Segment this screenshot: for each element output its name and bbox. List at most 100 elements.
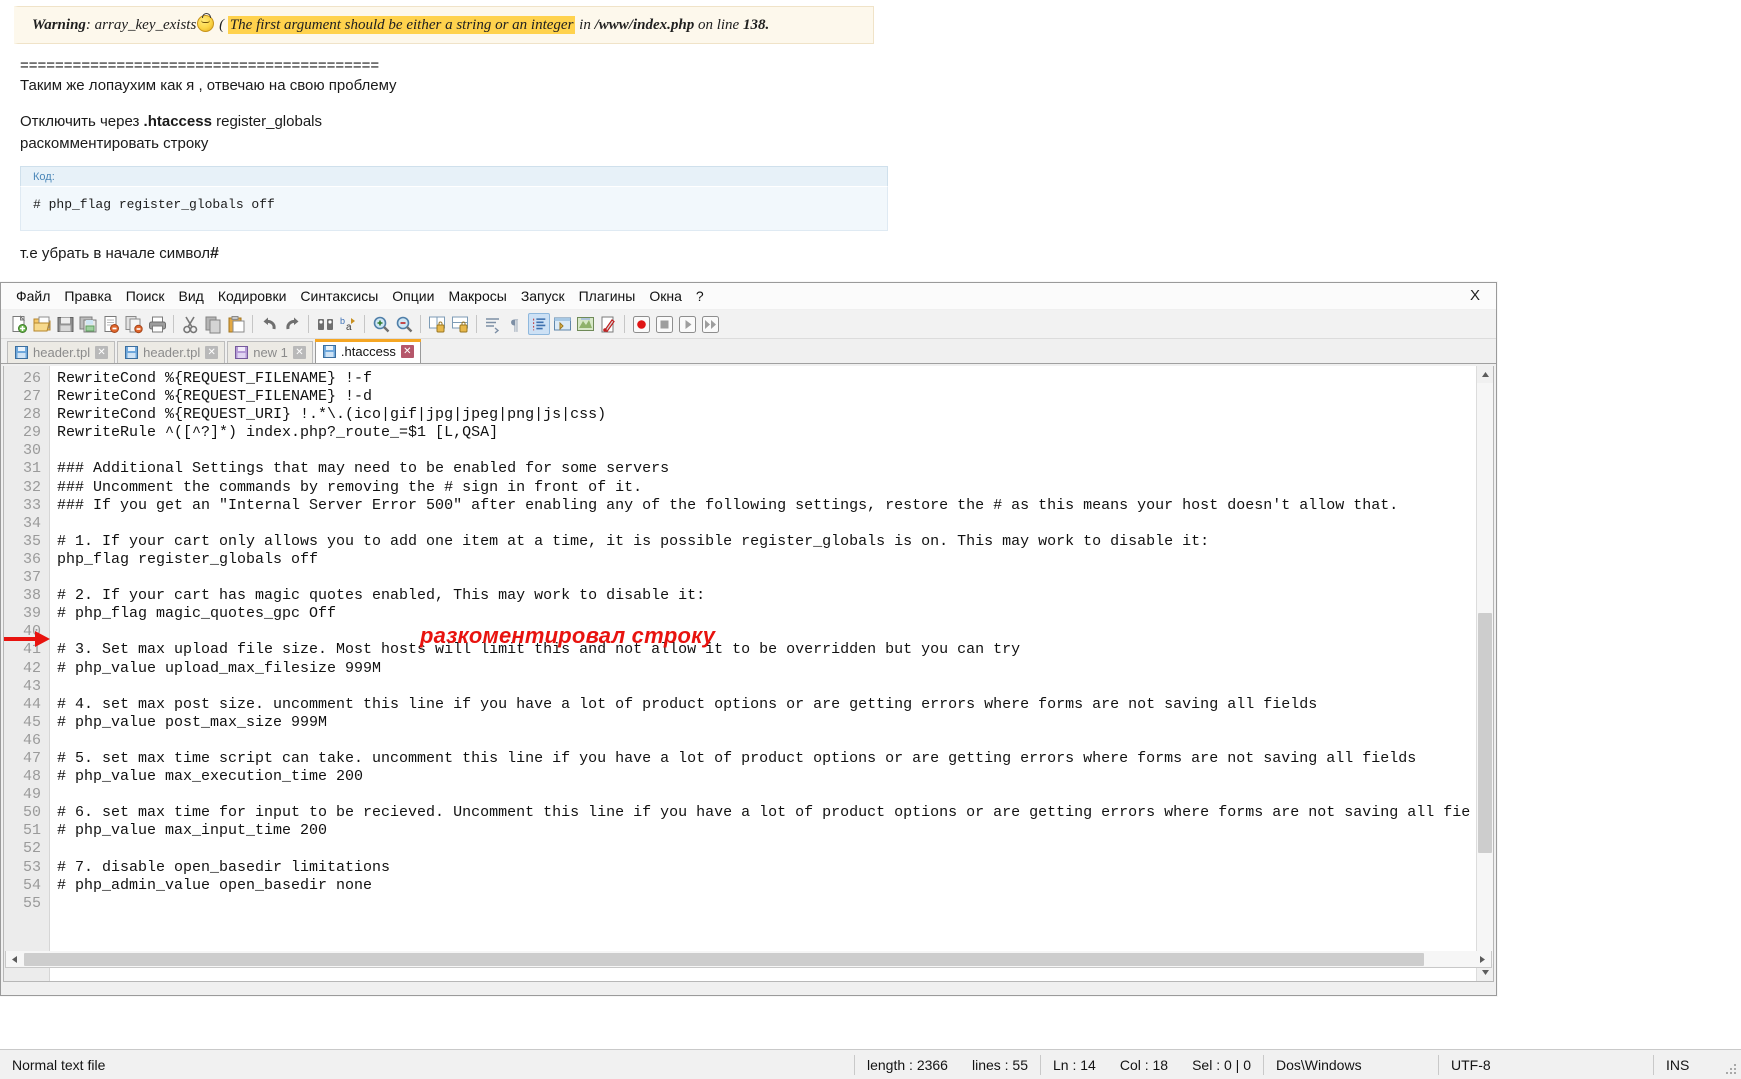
close-all-icon[interactable] — [123, 313, 145, 335]
code-line[interactable]: RewriteCond %{REQUEST_FILENAME} !-f — [50, 370, 1493, 388]
menu-run[interactable]: Запуск — [514, 285, 572, 307]
word-wrap-icon[interactable] — [482, 313, 504, 335]
stop-recording-icon[interactable] — [653, 313, 675, 335]
scroll-left-arrow-icon[interactable] — [6, 952, 23, 967]
print-icon[interactable] — [146, 313, 168, 335]
code-line[interactable] — [50, 515, 1493, 533]
cut-icon[interactable] — [179, 313, 201, 335]
code-line[interactable]: # php_value upload_max_filesize 999M — [50, 660, 1493, 678]
tab-close-icon[interactable]: ✕ — [292, 346, 306, 359]
code-line[interactable]: # 6. set max time for input to be reciev… — [50, 804, 1493, 822]
code-line[interactable]: ### Uncomment the commands by removing t… — [50, 479, 1493, 497]
tab-header-tpl-2[interactable]: header.tpl ✕ — [117, 341, 226, 363]
document-map-icon[interactable] — [574, 313, 596, 335]
run-macro-multiple-icon[interactable] — [699, 313, 721, 335]
redo-icon[interactable] — [281, 313, 303, 335]
undo-icon[interactable] — [258, 313, 280, 335]
menu-encoding[interactable]: Кодировки — [211, 285, 294, 307]
code-line[interactable]: RewriteRule ^([^?]*) index.php?_route_=$… — [50, 424, 1493, 442]
tab-htaccess[interactable]: .htaccess ✕ — [314, 339, 421, 363]
code-line[interactable] — [50, 895, 1493, 913]
tab-header-tpl-1[interactable]: header.tpl ✕ — [7, 341, 116, 363]
tab-close-icon[interactable]: ✕ — [205, 346, 219, 359]
menu-window[interactable]: Окна — [642, 285, 689, 307]
unsaved-file-icon — [235, 346, 249, 359]
status-insert-mode: INS — [1666, 1056, 1690, 1073]
code-line[interactable]: # 1. If your cart only allows you to add… — [50, 533, 1493, 551]
scroll-right-arrow-icon[interactable] — [1474, 952, 1491, 967]
editor-area[interactable]: 26 27 28 29 30 31 32 33 34 35 36 37 38 39 40 41 42 43 44 45… — [3, 366, 1494, 982]
resize-grip-icon[interactable] — [1726, 1064, 1738, 1076]
code-line[interactable]: # php_value max_input_time 200 — [50, 822, 1493, 840]
status-eol-format: Dos\Windows — [1276, 1056, 1362, 1073]
menu-search[interactable]: Поиск — [119, 285, 172, 307]
show-all-characters-icon[interactable]: ¶ — [505, 313, 527, 335]
copy-icon[interactable] — [202, 313, 224, 335]
code-line[interactable] — [50, 732, 1493, 750]
tab-close-icon[interactable]: ✕ — [400, 345, 414, 358]
code-line[interactable]: # 7. disable open_basedir limitations — [50, 859, 1493, 877]
code-line[interactable]: # 4. set max post size. uncomment this l… — [50, 696, 1493, 714]
window-close-button[interactable]: X — [1464, 285, 1486, 306]
zoom-out-icon[interactable] — [393, 313, 415, 335]
find-icon[interactable] — [314, 313, 336, 335]
playback-macro-icon[interactable] — [676, 313, 698, 335]
code-line[interactable]: # php_flag magic_quotes_gpc Off — [50, 605, 1493, 623]
code-line[interactable]: php_flag register_globals off — [50, 551, 1493, 569]
menu-macro[interactable]: Макросы — [441, 285, 513, 307]
replace-icon[interactable]: ba — [337, 313, 359, 335]
code-line[interactable] — [50, 678, 1493, 696]
code-text-area[interactable]: RewriteCond %{REQUEST_FILENAME} !-f Rewri… — [50, 366, 1493, 981]
menu-language[interactable]: Синтаксисы — [293, 285, 385, 307]
user-defined-dialog-icon[interactable] — [551, 313, 573, 335]
new-file-icon[interactable] — [8, 313, 30, 335]
editor-vertical-scrollbar[interactable] — [1476, 366, 1493, 981]
line-number: 29 — [22, 424, 41, 442]
sync-horizontal-scroll-icon[interactable] — [449, 313, 471, 335]
menu-settings[interactable]: Опции — [385, 285, 441, 307]
line-number: 43 — [22, 677, 41, 695]
code-line[interactable]: # php_admin_value open_basedir none — [50, 877, 1493, 895]
menu-plugins[interactable]: Плагины — [572, 285, 643, 307]
code-line[interactable] — [50, 623, 1493, 641]
zoom-in-icon[interactable] — [370, 313, 392, 335]
editor-horizontal-scrollbar[interactable] — [5, 951, 1492, 968]
toolbar-separator — [420, 315, 421, 333]
menu-file[interactable]: Файл — [9, 285, 57, 307]
code-line[interactable]: # php_value max_execution_time 200 — [50, 768, 1493, 786]
vertical-scroll-thumb[interactable] — [1478, 613, 1492, 853]
horizontal-scroll-thumb[interactable] — [24, 952, 1424, 966]
code-line[interactable]: RewriteCond %{REQUEST_FILENAME} !-d — [50, 388, 1493, 406]
code-line[interactable]: # 3. Set max upload file size. Most host… — [50, 641, 1493, 659]
record-macro-icon[interactable] — [630, 313, 652, 335]
code-line[interactable]: # 5. set max time script can take. uncom… — [50, 750, 1493, 768]
svg-text:¶: ¶ — [511, 317, 519, 334]
menu-edit[interactable]: Правка — [57, 285, 118, 307]
save-icon[interactable] — [54, 313, 76, 335]
tail-prefix: т.е убрать в начале символ — [20, 245, 210, 262]
code-line[interactable] — [50, 786, 1493, 804]
menu-view[interactable]: Вид — [172, 285, 211, 307]
scroll-up-arrow-icon[interactable] — [1477, 366, 1493, 383]
indent-guideline-icon[interactable] — [528, 313, 550, 335]
code-line[interactable]: # 2. If your cart has magic quotes enabl… — [50, 587, 1493, 605]
code-line[interactable]: ### If you get an "Internal Server Error… — [50, 497, 1493, 515]
paste-icon[interactable] — [225, 313, 247, 335]
menu-help[interactable]: ? — [689, 285, 711, 307]
code-line[interactable] — [50, 840, 1493, 858]
open-file-icon[interactable] — [31, 313, 53, 335]
code-line[interactable]: RewriteCond %{REQUEST_URI} !.*\.(ico|gif… — [50, 406, 1493, 424]
tab-new-1[interactable]: new 1 ✕ — [227, 341, 313, 363]
sync-vertical-scroll-icon[interactable] — [426, 313, 448, 335]
function-list-icon[interactable] — [597, 313, 619, 335]
code-line[interactable]: ### Additional Settings that may need to… — [50, 460, 1493, 478]
toolbar-separator — [308, 315, 309, 333]
code-line[interactable]: # php_value post_max_size 999M — [50, 714, 1493, 732]
code-line[interactable] — [50, 442, 1493, 460]
line-number: 55 — [22, 894, 41, 912]
save-all-icon[interactable] — [77, 313, 99, 335]
tab-close-icon[interactable]: ✕ — [95, 346, 109, 359]
code-line[interactable] — [50, 569, 1493, 587]
close-file-icon[interactable] — [100, 313, 122, 335]
line-number: 52 — [22, 840, 41, 858]
